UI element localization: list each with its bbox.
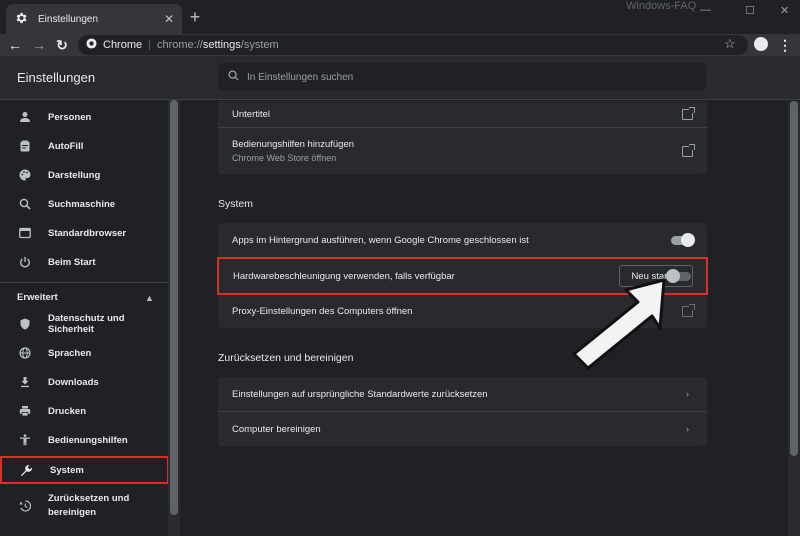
sidebar-item-standardbrowser[interactable]: Standardbrowser (0, 219, 170, 247)
tab-strip: Einstellungen ✕ + Windows-FAQ — ☐ ✕ (0, 0, 800, 34)
sidebar-item-beim-start[interactable]: Beim Start (0, 248, 170, 276)
settings-header: Einstellungen (0, 56, 800, 100)
kebab-menu-icon[interactable]: ⋮ (778, 34, 792, 56)
download-icon (18, 376, 31, 389)
history-icon (18, 500, 31, 513)
new-tab-button[interactable]: + (186, 7, 204, 27)
sidebar-divider (0, 282, 168, 283)
main-scrollbar[interactable] (788, 101, 800, 536)
sidebar-item-autofill[interactable]: AutoFill (0, 132, 170, 160)
page-title: Einstellungen (17, 70, 96, 85)
window-close-button[interactable]: ✕ (780, 4, 789, 17)
sidebar-scrollbar[interactable] (168, 100, 180, 536)
search-icon (18, 198, 31, 211)
person-icon (18, 111, 31, 124)
wrench-icon (20, 464, 33, 477)
tab-settings[interactable]: Einstellungen ✕ (6, 4, 182, 34)
main-scrollbar-thumb[interactable] (790, 101, 798, 456)
gear-icon (14, 11, 30, 27)
chevron-right-icon: › (686, 389, 689, 399)
power-icon (18, 256, 31, 269)
minimize-button[interactable]: — (700, 4, 711, 16)
restore-defaults-row[interactable]: Einstellungen auf ursprüngliche Standard… (218, 377, 707, 411)
maximize-button[interactable]: ☐ (745, 4, 755, 17)
site-chip: Chrome (103, 39, 143, 51)
reload-button[interactable]: ↻ (53, 34, 71, 56)
back-button[interactable]: ← (6, 34, 24, 56)
accessibility-icon (18, 434, 31, 447)
url-path: /system (240, 39, 279, 51)
avatar[interactable] (754, 37, 768, 51)
chrome-icon (86, 38, 97, 52)
browser-icon (18, 227, 31, 240)
captions-row[interactable]: Untertitel (218, 101, 707, 127)
watermark: Windows-FAQ (626, 0, 697, 12)
settings-search[interactable] (218, 63, 706, 91)
sidebar-scrollbar-thumb[interactable] (170, 100, 178, 515)
address-bar[interactable]: Chrome | chrome:// settings /system (78, 35, 748, 55)
forward-button[interactable]: → (30, 34, 48, 56)
sidebar-item-system[interactable]: System (0, 456, 169, 484)
reset-card: Einstellungen auf ursprüngliche Standard… (218, 377, 707, 446)
external-link-icon (682, 143, 695, 157)
search-icon (228, 68, 239, 86)
star-icon[interactable]: ☆ (724, 34, 736, 54)
url-host: settings (202, 39, 241, 51)
sidebar-item-zuruecksetzen[interactable]: Zurücksetzen und bereinigen (0, 488, 170, 524)
sidebar-item-drucken[interactable]: Drucken (0, 397, 170, 425)
external-link-icon (682, 304, 695, 317)
chevron-up-icon[interactable]: ▲ (145, 293, 154, 303)
browser-toolbar: ← → ↻ Chrome | chrome:// settings /syste… (0, 34, 800, 56)
background-apps-toggle[interactable] (671, 233, 695, 247)
sidebar-advanced-header[interactable]: Erweitert (17, 292, 58, 303)
background-apps-row[interactable]: Apps im Hintergrund ausführen, wenn Goog… (218, 223, 707, 258)
sidebar-item-downloads[interactable]: Downloads (0, 368, 170, 396)
palette-icon (18, 169, 31, 182)
pointer-arrow-icon (572, 278, 666, 370)
sidebar: Personen AutoFill Darstellung Suchmaschi… (0, 100, 170, 536)
close-icon[interactable]: ✕ (164, 12, 174, 26)
sidebar-item-suchmaschine[interactable]: Suchmaschine (0, 190, 170, 218)
globe-icon (18, 347, 31, 360)
tab-title: Einstellungen (38, 13, 99, 25)
settings-main: Untertitel Bedienungshilfen hinzufügen C… (180, 101, 788, 536)
cleanup-computer-row[interactable]: Computer bereinigen › (218, 411, 707, 446)
sidebar-item-darstellung[interactable]: Darstellung (0, 161, 170, 189)
printer-icon (18, 405, 31, 418)
hardware-acceleration-toggle[interactable] (666, 269, 691, 283)
clipboard-icon (18, 140, 31, 153)
sidebar-item-personen[interactable]: Personen (0, 103, 170, 131)
url-scheme: chrome:// (156, 39, 203, 51)
search-input[interactable] (247, 71, 687, 83)
chevron-right-icon: › (686, 424, 689, 434)
accessibility-card: Untertitel Bedienungshilfen hinzufügen C… (218, 101, 707, 174)
sidebar-item-datenschutz[interactable]: Datenschutz und Sicherheit (0, 310, 170, 338)
shield-icon (18, 318, 31, 331)
external-link-icon (682, 106, 695, 120)
system-section-title: System (218, 198, 254, 210)
sidebar-item-bedienungshilfen[interactable]: Bedienungshilfen (0, 426, 170, 454)
sidebar-item-sprachen[interactable]: Sprachen (0, 339, 170, 367)
add-accessibility-row[interactable]: Bedienungshilfen hinzufügen Chrome Web S… (218, 127, 707, 174)
reset-section-title: Zurücksetzen und bereinigen (218, 352, 354, 364)
